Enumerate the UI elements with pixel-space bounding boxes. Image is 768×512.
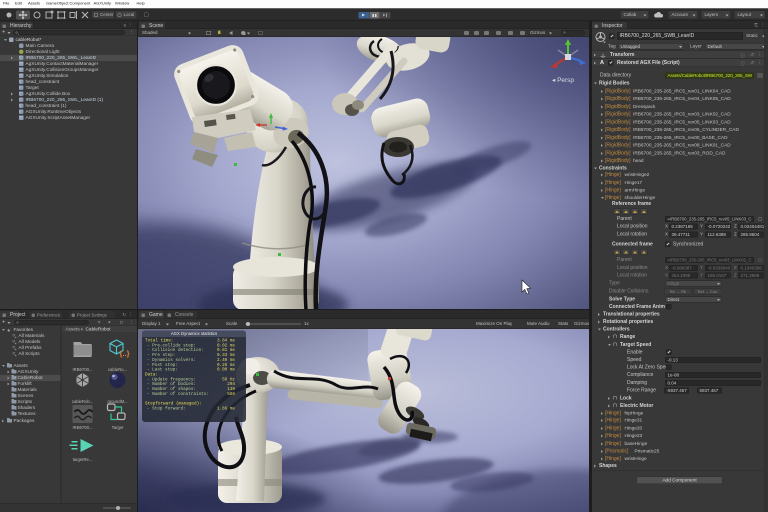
svg-text:◂ Persp: ◂ Persp: [552, 77, 574, 84]
svg-text:{..}: {..}: [120, 349, 130, 358]
